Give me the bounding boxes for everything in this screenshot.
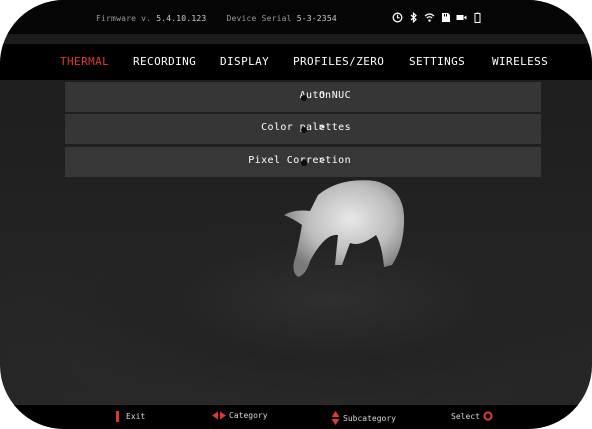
hint-category: Category <box>212 411 268 420</box>
bullet-icon <box>301 95 307 101</box>
firmware-label: Firmware v. <box>96 14 152 23</box>
video-record-icon <box>456 12 467 23</box>
thermal-viewfinder: Firmware v. 5.4.10.123 Device Serial 5-3… <box>0 0 592 429</box>
chevron-right-icon: > <box>319 122 326 133</box>
status-bar: Firmware v. 5.4.10.123 Device Serial 5-3… <box>0 0 592 34</box>
exit-bar-icon <box>116 411 119 422</box>
bullet-icon <box>301 127 307 133</box>
status-icons <box>392 10 483 24</box>
tab-recording[interactable]: RECORDING <box>133 55 196 68</box>
sd-card-icon <box>440 12 451 23</box>
menu-item-value: On <box>319 90 332 101</box>
thermal-animal-image <box>284 180 405 277</box>
firmware-version: 5.4.10.123 <box>156 14 207 23</box>
chevron-right-icon: > <box>319 155 326 166</box>
serial-number: 5-3-2354 <box>296 14 337 23</box>
hint-select: Select <box>451 411 493 421</box>
tab-wireless[interactable]: WIRELESS <box>492 55 548 68</box>
hint-subcategory-label: Subcategory <box>343 413 396 423</box>
control-hints-bar: Exit Category Subcategory Select <box>0 405 592 429</box>
hint-subcategory: Subcategory <box>331 411 396 425</box>
tab-display[interactable]: DISPLAY <box>220 55 269 68</box>
menu-item-color-palettes[interactable]: Color palettes > <box>65 114 541 144</box>
hint-select-label: Select <box>451 411 480 421</box>
menu-bar: THERMAL RECORDING DISPLAY PROFILES/ZERO … <box>0 44 592 80</box>
menu-item-pixel-correction[interactable]: Pixel Correction > <box>65 147 541 177</box>
firmware-info: Firmware v. 5.4.10.123 Device Serial 5-3… <box>96 14 337 23</box>
tab-profiles-zero[interactable]: PROFILES/ZERO <box>293 55 384 68</box>
menu-item-label: Pixel Correction <box>248 155 351 166</box>
bluetooth-icon <box>408 11 419 23</box>
select-circle-icon <box>483 411 493 421</box>
serial-label: Device Serial <box>226 14 292 23</box>
auto-rotate-icon <box>392 12 403 23</box>
hint-exit-label: Exit <box>126 412 146 421</box>
tab-settings[interactable]: SETTINGS <box>409 55 465 68</box>
bullet-icon <box>301 160 307 166</box>
tab-thermal[interactable]: THERMAL <box>60 55 109 68</box>
hint-exit: Exit <box>116 411 145 422</box>
up-down-arrows-icon <box>331 411 340 425</box>
hint-category-label: Category <box>229 411 268 420</box>
left-right-arrows-icon <box>212 411 226 420</box>
battery-icon <box>472 12 483 23</box>
menu-item-auto-nuc[interactable]: Auto NUC On <box>65 82 541 112</box>
wifi-icon <box>424 12 435 23</box>
